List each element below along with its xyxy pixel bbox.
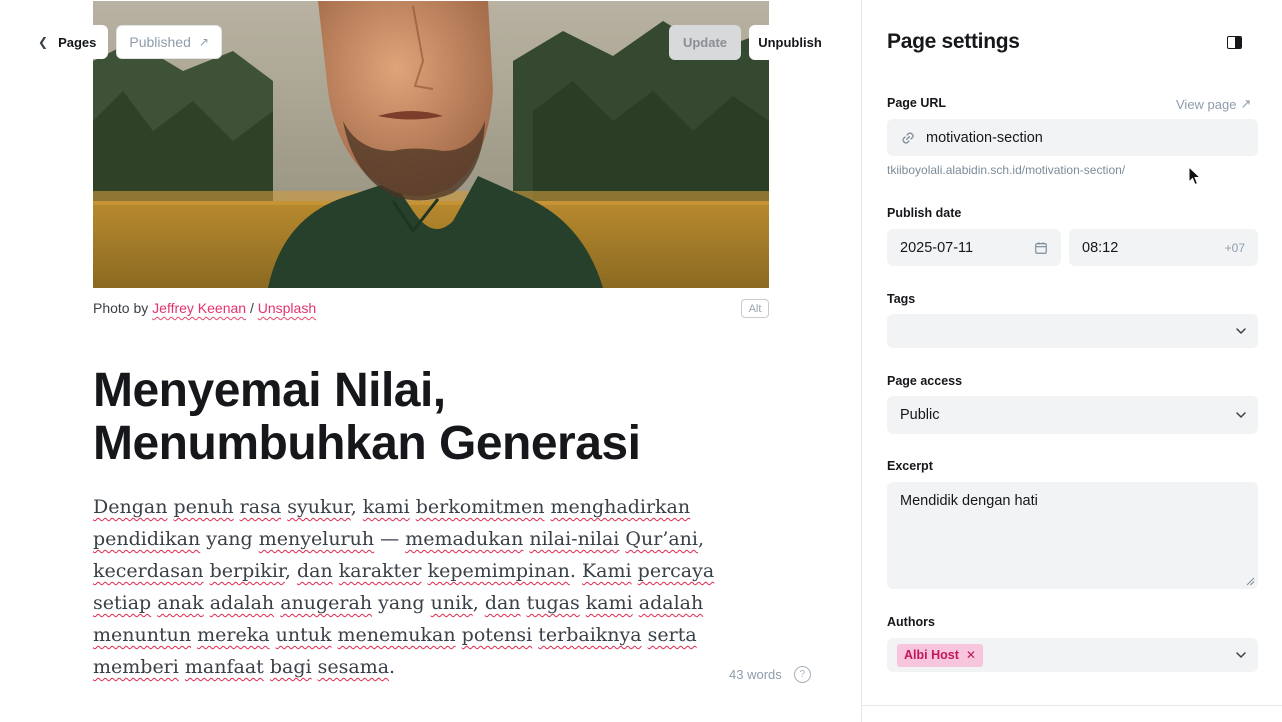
misspelled-word[interactable]: berkomitmen bbox=[416, 496, 545, 518]
publish-date-label: Publish date bbox=[887, 206, 962, 220]
publish-time-input[interactable]: 08:12 +07 bbox=[1069, 229, 1258, 266]
misspelled-word[interactable]: bagi bbox=[270, 656, 312, 678]
image-caption[interactable]: Photo by Jeffrey Keenan / Unsplash bbox=[93, 300, 316, 316]
page-access-select[interactable]: Public bbox=[887, 396, 1258, 434]
misspelled-word[interactable]: kepemimpinan bbox=[428, 560, 570, 582]
misspelled-word[interactable]: berpikir bbox=[210, 560, 285, 582]
chevron-down-icon bbox=[1236, 328, 1246, 334]
publish-time-value: 08:12 bbox=[1082, 239, 1119, 256]
published-status-button[interactable]: Published ↗ bbox=[116, 25, 222, 59]
full-url-hint: tkiiboyolali.alabidin.sch.id/motivation-… bbox=[887, 163, 1126, 177]
status-label: Published bbox=[129, 34, 191, 50]
external-link-icon: ↗ bbox=[198, 35, 209, 49]
view-page-label: View page bbox=[1176, 96, 1237, 112]
page-access-label: Page access bbox=[887, 374, 963, 388]
word-count-label: 43 words bbox=[729, 667, 782, 682]
view-page-link[interactable]: View page ↗ bbox=[1176, 96, 1251, 112]
resize-handle-icon[interactable] bbox=[1246, 577, 1255, 586]
caption-prefix: Photo by bbox=[93, 300, 153, 316]
misspelled-word[interactable]: Dengan bbox=[93, 496, 167, 518]
misspelled-word[interactable]: sesama bbox=[318, 656, 389, 678]
misspelled-word[interactable]: terbaiknya bbox=[538, 624, 641, 646]
misspelled-word[interactable]: untuk bbox=[276, 624, 332, 646]
sidebar-toggle-icon[interactable] bbox=[1227, 36, 1242, 49]
misspelled-word[interactable]: karakter bbox=[339, 560, 422, 582]
timezone-label: +07 bbox=[1224, 240, 1245, 255]
misspelled-word[interactable]: anak bbox=[157, 592, 203, 614]
page-title[interactable]: Menyemai Nilai, Menumbuhkan Generasi bbox=[93, 364, 773, 470]
misspelled-word[interactable]: Kami bbox=[582, 560, 632, 582]
page-url-label: Page URL bbox=[887, 96, 947, 110]
misspelled-word[interactable]: kami bbox=[363, 496, 410, 518]
misspelled-word[interactable]: penuh bbox=[174, 496, 234, 518]
chevron-down-icon bbox=[1236, 652, 1246, 658]
misspelled-word[interactable]: mereka bbox=[197, 624, 269, 646]
misspelled-word[interactable]: rasa bbox=[240, 496, 282, 518]
calendar-icon[interactable] bbox=[1034, 241, 1048, 255]
page-url-value: motivation-section bbox=[926, 129, 1043, 146]
alt-text-button[interactable]: Alt bbox=[741, 299, 769, 318]
word-count: 43 words ? bbox=[729, 666, 811, 683]
photographer-link[interactable]: Jeffrey Keenan bbox=[152, 300, 246, 316]
page-settings-panel: Page settings Page URL View page ↗ motiv… bbox=[861, 0, 1282, 722]
misspelled-word[interactable]: setiap bbox=[93, 592, 151, 614]
settings-title: Page settings bbox=[887, 30, 1020, 53]
page-url-input[interactable]: motivation-section bbox=[887, 119, 1258, 156]
misspelled-word[interactable]: anugerah bbox=[280, 592, 372, 614]
tags-label: Tags bbox=[887, 292, 916, 306]
misspelled-word[interactable]: dan bbox=[485, 592, 521, 614]
author-chip[interactable]: Albi Host ✕ bbox=[897, 643, 983, 667]
back-to-pages-button[interactable]: ❮ Pages bbox=[30, 25, 109, 59]
misspelled-word[interactable]: serta bbox=[648, 624, 697, 646]
chevron-left-icon: ❮ bbox=[38, 35, 49, 49]
misspelled-word[interactable]: memadukan bbox=[405, 528, 523, 550]
misspelled-word[interactable]: manfaat bbox=[185, 656, 264, 678]
excerpt-textarea[interactable]: Mendidik dengan hati bbox=[887, 482, 1258, 589]
authors-label: Authors bbox=[887, 615, 935, 629]
unsplash-link[interactable]: Unsplash bbox=[258, 300, 316, 316]
misspelled-word[interactable]: menghadirkan bbox=[550, 496, 690, 518]
misspelled-word[interactable]: dan bbox=[297, 560, 333, 582]
publish-date-value: 2025-07-11 bbox=[900, 239, 974, 256]
mouse-cursor-icon bbox=[1188, 166, 1201, 186]
misspelled-word[interactable]: adalah bbox=[639, 592, 703, 614]
unpublish-button[interactable]: Unpublish bbox=[749, 25, 831, 60]
author-name: Albi Host bbox=[904, 648, 959, 662]
excerpt-label: Excerpt bbox=[887, 459, 933, 473]
misspelled-word[interactable]: menyeluruh bbox=[259, 528, 374, 550]
panel-divider bbox=[862, 705, 1282, 706]
misspelled-word[interactable]: nilai-nilai bbox=[529, 528, 619, 550]
caption-separator: / bbox=[246, 300, 258, 316]
excerpt-value: Mendidik dengan hati bbox=[900, 493, 1038, 509]
editor-topbar-right: Update Unpublish bbox=[669, 25, 831, 60]
misspelled-word[interactable]: potensi bbox=[462, 624, 533, 646]
misspelled-word[interactable]: unik bbox=[431, 592, 473, 614]
remove-author-icon[interactable]: ✕ bbox=[966, 648, 976, 662]
authors-select[interactable]: Albi Host ✕ bbox=[887, 638, 1258, 672]
misspelled-word[interactable]: menuntun bbox=[93, 624, 191, 646]
publish-date-input[interactable]: 2025-07-11 bbox=[887, 229, 1061, 266]
link-icon bbox=[902, 131, 914, 144]
help-icon[interactable]: ? bbox=[793, 666, 811, 683]
misspelled-word[interactable]: memberi bbox=[93, 656, 179, 678]
update-button[interactable]: Update bbox=[669, 25, 741, 60]
chevron-down-icon bbox=[1236, 412, 1246, 418]
misspelled-word[interactable]: percaya bbox=[638, 560, 715, 582]
misspelled-word[interactable]: menemukan bbox=[338, 624, 456, 646]
back-label: Pages bbox=[58, 34, 97, 50]
editor-topbar-left: ❮ Pages Published ↗ bbox=[30, 25, 222, 59]
misspelled-word[interactable]: tugas bbox=[527, 592, 580, 614]
external-link-icon: ↗ bbox=[1240, 96, 1252, 111]
misspelled-word[interactable]: kecerdasan bbox=[93, 560, 204, 582]
misspelled-word[interactable]: pendidikan bbox=[93, 528, 200, 550]
editor-area: ❮ Pages Published ↗ Update Unpublish Pho… bbox=[0, 0, 861, 722]
misspelled-word[interactable]: adalah bbox=[210, 592, 274, 614]
misspelled-word[interactable]: syukur bbox=[287, 496, 350, 518]
post-body[interactable]: Dengan penuh rasa syukur, kami berkomitm… bbox=[93, 491, 743, 683]
misspelled-word[interactable]: kami bbox=[586, 592, 633, 614]
page-access-value: Public bbox=[900, 407, 940, 423]
misspelled-word[interactable]: Qur’ani bbox=[625, 528, 698, 550]
tags-select[interactable] bbox=[887, 314, 1258, 348]
